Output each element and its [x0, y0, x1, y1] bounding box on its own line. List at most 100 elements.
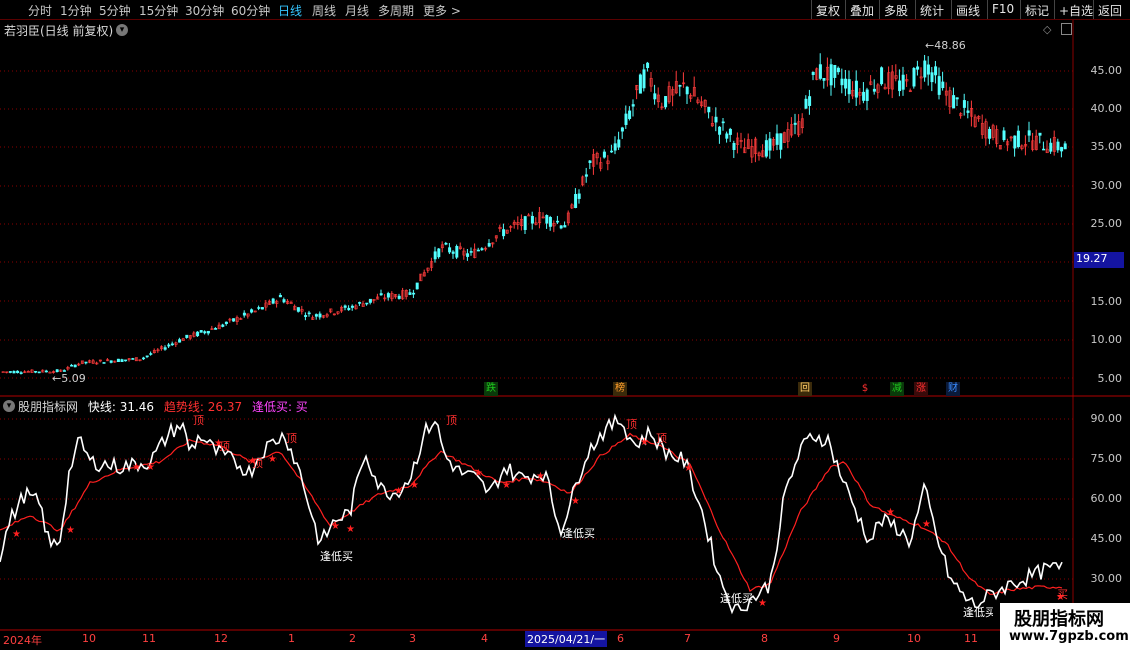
signal-dollar[interactable]: $	[858, 382, 872, 396]
candle-body	[926, 64, 930, 75]
candle-body	[350, 305, 354, 308]
candle-body	[620, 127, 624, 132]
candle-body	[12, 370, 16, 374]
indicator-lines	[0, 413, 1063, 615]
time-tick: 6	[617, 632, 624, 645]
star-marker: ★	[886, 507, 895, 518]
time-tick: 2	[349, 632, 356, 645]
indicator-tick: 90.00	[1090, 412, 1123, 425]
candle-body	[916, 66, 920, 70]
candle-body	[822, 78, 826, 81]
candle-body	[163, 347, 167, 350]
candle-body	[934, 66, 938, 76]
candle-body	[545, 215, 549, 224]
candle-body	[206, 330, 210, 334]
candle-body	[365, 302, 369, 305]
candle-body	[728, 128, 732, 135]
candle-body	[880, 67, 884, 85]
indicator-tick: 60.00	[1090, 492, 1123, 505]
candle-body	[865, 89, 869, 101]
candle-body	[282, 299, 286, 303]
signal-rise[interactable]: 涨	[914, 382, 928, 396]
candle-body	[167, 344, 171, 347]
candle-body	[574, 194, 578, 208]
candle-body	[577, 193, 581, 199]
candle-body	[559, 225, 563, 229]
time-tick: 8	[761, 632, 768, 645]
top-annotation: 顶	[446, 414, 457, 427]
candle-body	[714, 116, 718, 123]
candle-body	[448, 247, 452, 253]
signal-fall[interactable]: 跌	[484, 382, 498, 396]
candle-body	[613, 143, 617, 151]
candle-body	[955, 97, 959, 100]
candle-body	[437, 248, 441, 258]
candle-body	[610, 150, 614, 153]
candle-body	[318, 313, 322, 318]
indicator-grid	[0, 418, 1073, 580]
candle-body	[476, 249, 480, 252]
signal-reduce[interactable]: 减	[890, 382, 904, 396]
indicator-menu-chevron-icon[interactable]: ▾	[3, 400, 15, 412]
top-annotation: 顶	[252, 457, 263, 470]
candle-body	[664, 96, 668, 108]
star-marker: ★	[410, 480, 419, 491]
star-marker: ★	[502, 480, 511, 491]
current-price-label: 19.27	[1074, 252, 1124, 268]
time-tick: 3	[409, 632, 416, 645]
candle-body	[196, 331, 200, 337]
time-tick: 12	[214, 632, 228, 645]
crosshair-date-label: 2025/04/21/一	[525, 631, 608, 647]
candle-body	[109, 360, 113, 363]
candle-body	[124, 359, 128, 362]
candle-body	[631, 104, 635, 107]
candle-body	[415, 282, 419, 290]
signal-ranking[interactable]: 榜	[613, 382, 627, 396]
candle-body	[685, 86, 689, 95]
top-annotation: 顶	[626, 418, 637, 431]
fast-line	[0, 413, 1063, 615]
indicator-tick: 75.00	[1090, 452, 1123, 465]
candle-body	[304, 315, 308, 317]
candle-body	[1063, 143, 1067, 150]
price-tick: 15.00	[1090, 295, 1123, 308]
candle-body	[707, 106, 711, 113]
candle-body	[732, 143, 736, 150]
candle-body	[178, 339, 182, 343]
candle-body	[102, 362, 106, 364]
candle-body	[451, 251, 455, 254]
chart-canvas[interactable]: ★ ★★ ★★★ ★★ ★★★★★★★★★★★★★	[0, 0, 1130, 650]
price-tick: 5.00	[1097, 372, 1123, 385]
candle-body	[804, 98, 808, 109]
candle-body	[502, 229, 506, 237]
signal-finance[interactable]: 财	[946, 382, 960, 396]
candle-body	[617, 139, 621, 148]
buy-low-annotation: 逢低买	[320, 550, 353, 563]
signal-return[interactable]: 回	[798, 382, 812, 396]
star-marker: ★	[474, 468, 483, 479]
candle-body	[923, 60, 927, 78]
star-marker: ★	[346, 524, 355, 535]
candle-body	[898, 80, 902, 92]
indicator-name: 股朋指标网	[18, 400, 79, 414]
candle-body	[379, 293, 383, 296]
candle-body	[221, 324, 225, 327]
buy-annotation: 买	[1057, 588, 1068, 601]
indicator-tick: 45.00	[1090, 532, 1123, 545]
low-price-value: 5.09	[61, 372, 86, 385]
candle-body	[844, 78, 848, 89]
top-annotation: 顶	[219, 440, 230, 453]
buy-low-annotation: 逢低买	[963, 606, 993, 619]
candle-body	[588, 160, 592, 163]
candle-body	[941, 81, 945, 89]
candle-body	[170, 343, 174, 346]
star-marker: ★	[684, 463, 693, 474]
candle-body	[530, 215, 534, 224]
candle-body	[829, 64, 833, 86]
top-annotation: 顶	[656, 432, 667, 445]
indicator-title: 股朋指标网 快线: 31.46 趋势线: 26.37 逢低买: 买	[18, 398, 314, 415]
candle-body	[962, 100, 966, 108]
candle-body	[602, 151, 606, 158]
star-marker: ★	[571, 496, 580, 507]
candle-body	[653, 93, 657, 100]
